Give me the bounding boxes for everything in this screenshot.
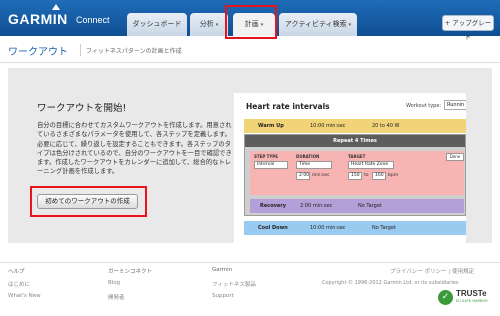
title-underline: [0, 62, 500, 63]
cooldown-name: Cool Down: [258, 225, 288, 231]
chevron-down-icon: ▾: [215, 22, 219, 28]
done-button: Done: [446, 153, 464, 161]
truste-seal[interactable]: ✓ TRUSTe EU SAFE HARBOR: [438, 289, 496, 309]
target-label: TARGET: [348, 154, 366, 159]
target-to-word: to: [364, 173, 369, 178]
duration-time-field: 2:00: [296, 172, 310, 180]
page-title: ワークアウト: [8, 47, 68, 58]
tab-dashboard[interactable]: ダッシュボード: [127, 13, 187, 36]
truste-name: TRUSTe: [456, 289, 487, 298]
warmup-name: Warm Up: [258, 123, 284, 129]
target-from-field: 150: [348, 172, 362, 180]
footer-link-fitness-products[interactable]: フィットネス製品: [212, 280, 256, 288]
warmup-duration: 10:00 min:sec: [310, 123, 346, 129]
tab-activity-search-label: アクティビティ検索: [284, 20, 347, 28]
intro-description: 自分の目標に合わせてカスタムワークアウトを作成します。用意されているさまざまなパ…: [37, 122, 232, 176]
page-subtitle: フィットネスパターンの計画と作成: [86, 48, 182, 55]
tab-activity-search[interactable]: アクティビティ検索 ▾: [279, 13, 357, 36]
footer-link-getting-started[interactable]: はじめに: [8, 280, 30, 288]
truste-check-icon: ✓: [438, 290, 453, 305]
chevron-down-icon: ▾: [348, 22, 352, 28]
workout-preview-image: Heart rate intervals Workout type: Runni…: [234, 93, 466, 243]
footer-divider: [0, 262, 500, 263]
title-divider: [80, 44, 81, 56]
repeat-block: Repeat 4 Times Done STEP TYPE Interval D…: [244, 134, 466, 216]
footer-connect-heading: ガーミンコネクト: [108, 269, 153, 275]
cooldown-target: No Target: [372, 225, 396, 231]
upgrade-button[interactable]: + アップグレード: [442, 15, 494, 41]
highlight-create-button: [30, 186, 147, 217]
highlight-plan-tab: [225, 5, 277, 39]
warmup-step: Warm Up 10:00 min:sec 20 to 40 W: [244, 119, 466, 133]
connect-logo-text: Connect: [76, 15, 110, 25]
duration-label: DURATION: [296, 154, 320, 159]
recovery-target: No Target: [358, 203, 382, 209]
footer-help-heading: ヘルプ: [8, 269, 25, 275]
workout-type-select: Runnin: [444, 100, 466, 110]
workout-type-label: Workout type:: [406, 103, 442, 109]
garmin-triangle-icon: [52, 4, 60, 10]
step-type-label: STEP TYPE: [254, 154, 278, 159]
truste-sub: EU SAFE HARBOR: [456, 299, 488, 303]
target-select: Heart Rate Zone: [348, 161, 394, 169]
step-type-select: Interval: [254, 161, 288, 169]
recovery-duration: 2:00 min:sec: [300, 203, 333, 209]
footer-link-developers[interactable]: 開発者: [108, 293, 125, 301]
footer-link-blog[interactable]: Blog: [108, 280, 120, 286]
footer-link-whats-new[interactable]: What's New: [8, 293, 41, 299]
interval-step-editor: Done STEP TYPE Interval DURATION Time 2:…: [250, 151, 464, 195]
tab-dashboard-label: ダッシュボード: [132, 20, 182, 28]
preview-title: Heart rate intervals: [246, 102, 330, 111]
warmup-target: 20 to 40 W: [372, 123, 400, 129]
tab-analysis[interactable]: 分析 ▾: [190, 13, 228, 36]
footer-copyright: Copyright © 1996-2012 Garmin Ltd. or its…: [322, 280, 459, 286]
cooldown-step: Cool Down 10:00 min:sec No Target: [244, 221, 466, 235]
recovery-name: Recovery: [260, 203, 287, 209]
target-unit: bpm: [388, 173, 399, 178]
footer-garmin-heading: Garmin: [212, 267, 233, 273]
target-to-field: 160: [372, 172, 386, 180]
intro-heading: ワークアウトを開始!: [37, 103, 127, 114]
footer-link-support[interactable]: Support: [212, 293, 234, 299]
duration-unit: min:sec: [312, 173, 330, 178]
repeat-label: Repeat 4 Times: [245, 135, 465, 147]
cooldown-duration: 10:00 min:sec: [310, 225, 346, 231]
tab-analysis-label: 分析: [199, 20, 214, 28]
footer-privacy-links[interactable]: プライバシー ポリシー | 使用規定: [390, 267, 474, 275]
duration-select: Time: [296, 161, 332, 169]
recovery-step: Recovery 2:00 min:sec No Target: [250, 199, 464, 213]
garmin-logo[interactable]: GARMIN: [8, 11, 68, 27]
